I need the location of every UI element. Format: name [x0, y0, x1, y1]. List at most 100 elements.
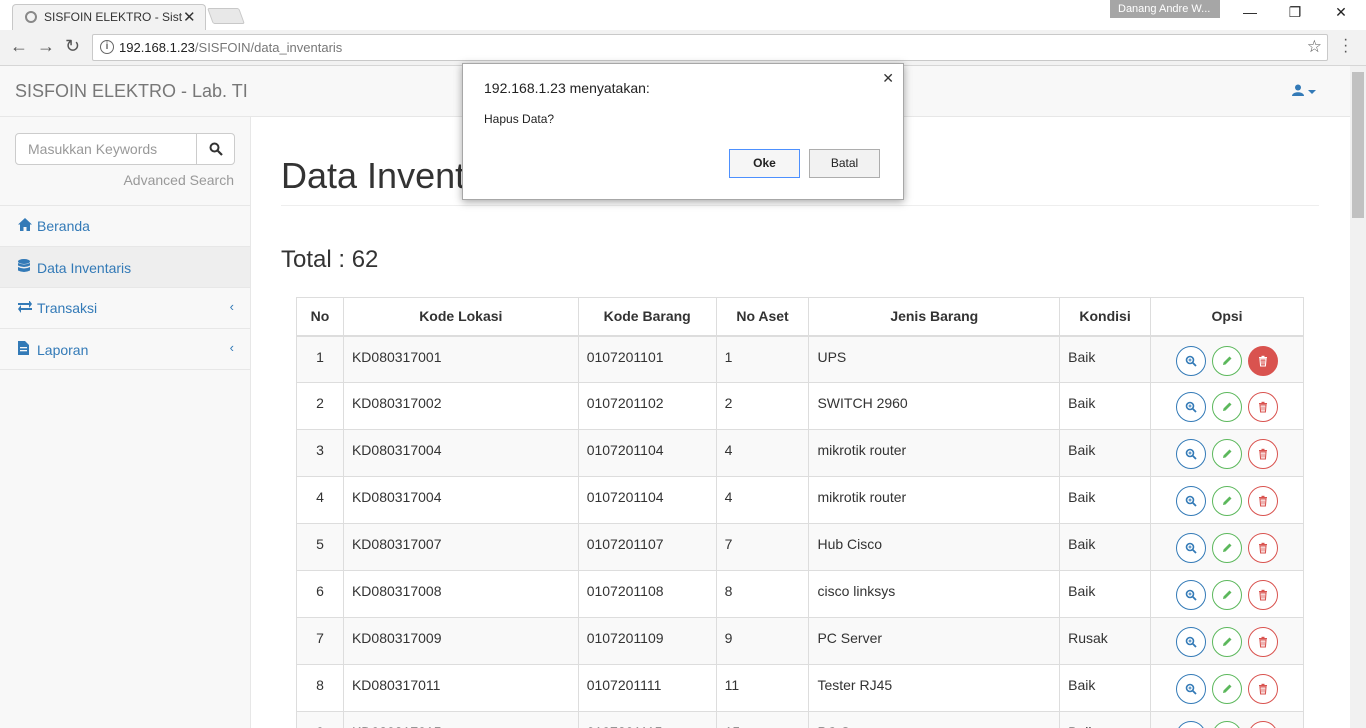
- minimize-icon[interactable]: —: [1240, 4, 1260, 20]
- delete-button[interactable]: [1247, 439, 1278, 469]
- sidebar-item-transaksi[interactable]: Transaksi ‹: [0, 288, 250, 329]
- edit-button[interactable]: [1212, 721, 1243, 728]
- cell-opsi: [1150, 570, 1304, 618]
- cell-kode-barang: 0107201107: [577, 523, 717, 571]
- address-bar[interactable]: i 192.168.1.23/SISFOIN/data_inventaris ☆: [92, 34, 1328, 61]
- delete-button[interactable]: [1247, 580, 1278, 610]
- cell-opsi: [1150, 664, 1304, 712]
- edit-button[interactable]: [1212, 345, 1243, 376]
- edit-button[interactable]: [1212, 627, 1243, 657]
- back-icon[interactable]: ←: [10, 36, 28, 57]
- sidebar-item-label: Beranda: [37, 218, 90, 234]
- search-button[interactable]: [196, 133, 235, 165]
- table-row: 7 KD080317009 0107201109 9 PC Server Rusak: [296, 617, 1304, 665]
- cell-jenis-barang: mikrotik router: [808, 476, 1061, 524]
- brand-title[interactable]: SISFOIN ELEKTRO - Lab. TI: [15, 81, 248, 102]
- cell-kode-lokasi: KD080317008: [342, 570, 579, 618]
- view-button[interactable]: [1176, 627, 1207, 657]
- sidebar-item-beranda[interactable]: Beranda: [0, 206, 250, 247]
- table-row: 3 KD080317004 0107201104 4 mikrotik router Ba…: [296, 429, 1304, 477]
- search-input[interactable]: [15, 133, 197, 165]
- cell-opsi: [1150, 476, 1304, 524]
- cancel-button[interactable]: Batal: [809, 149, 880, 178]
- delete-button[interactable]: [1247, 627, 1278, 657]
- view-button[interactable]: [1176, 533, 1207, 563]
- header-no[interactable]: No: [296, 297, 344, 337]
- profile-badge[interactable]: Danang Andre W...: [1110, 0, 1220, 18]
- cell-jenis-barang: Tester RJ45: [808, 664, 1061, 712]
- reload-icon[interactable]: ↻: [65, 36, 80, 57]
- view-button[interactable]: [1176, 674, 1207, 704]
- cell-no-aset: 1: [715, 335, 810, 383]
- cell-jenis-barang: mikrotik router: [808, 429, 1061, 477]
- delete-button[interactable]: [1247, 533, 1278, 563]
- edit-button[interactable]: [1212, 486, 1243, 516]
- cell-kode-barang: 0107201111: [577, 664, 717, 712]
- header-kondisi[interactable]: Kondisi: [1059, 297, 1152, 337]
- new-tab-button[interactable]: [207, 8, 245, 24]
- cell-kode-barang: 0107201109: [577, 617, 717, 665]
- delete-button[interactable]: [1247, 392, 1278, 422]
- sidebar-item-laporan[interactable]: Laporan ‹: [0, 329, 250, 370]
- tab-title: SISFOIN ELEKTRO - Sistem Informasi Inven…: [44, 10, 182, 24]
- sidebar: Advanced Search Beranda Data Inventaris …: [0, 117, 251, 728]
- view-button[interactable]: [1176, 392, 1207, 422]
- browser-menu-icon[interactable]: · · ·: [1343, 32, 1348, 60]
- cell-kondisi: Baik: [1059, 664, 1152, 712]
- cell-opsi: [1150, 382, 1304, 430]
- cell-no-aset: 8: [715, 570, 810, 618]
- cell-jenis-barang: SWITCH 2960: [808, 382, 1061, 430]
- edit-button[interactable]: [1212, 533, 1243, 563]
- cell-no: 2: [296, 382, 344, 430]
- header-jenis-barang[interactable]: Jenis Barang: [808, 297, 1061, 337]
- user-menu-toggle[interactable]: [1292, 83, 1316, 99]
- cell-kode-barang: 0107201102: [577, 382, 717, 430]
- cell-kode-lokasi: KD080317004: [342, 429, 579, 477]
- sidebar-menu: Beranda Data Inventaris Transaksi ‹ Lapo…: [0, 205, 250, 370]
- view-button[interactable]: [1176, 580, 1207, 610]
- view-button[interactable]: [1176, 345, 1207, 376]
- sidebar-item-label: Transaksi: [37, 300, 98, 316]
- tab-close-icon[interactable]: ✕: [183, 8, 196, 26]
- page-scrollbar[interactable]: [1350, 66, 1366, 728]
- view-button[interactable]: [1176, 721, 1207, 728]
- view-button[interactable]: [1176, 486, 1207, 516]
- header-kode-lokasi[interactable]: Kode Lokasi: [342, 297, 579, 337]
- cell-kondisi: Baik: [1059, 523, 1152, 571]
- delete-button[interactable]: [1247, 674, 1278, 704]
- cell-kondisi: Baik: [1059, 382, 1152, 430]
- delete-button[interactable]: [1247, 486, 1278, 516]
- cell-kode-lokasi: KD080317004: [342, 476, 579, 524]
- edit-button[interactable]: [1212, 580, 1243, 610]
- close-window-icon[interactable]: ✕: [1331, 4, 1351, 21]
- caret-down-icon: [1308, 90, 1316, 95]
- cell-kondisi: Baik: [1059, 476, 1152, 524]
- info-icon[interactable]: i: [100, 40, 114, 54]
- database-icon: [18, 259, 32, 276]
- cell-jenis-barang: UPS: [808, 335, 1061, 383]
- cell-opsi: [1150, 617, 1304, 665]
- header-kode-barang[interactable]: Kode Barang: [577, 297, 717, 337]
- delete-button[interactable]: [1247, 721, 1278, 728]
- forward-icon[interactable]: →: [37, 36, 55, 57]
- edit-button[interactable]: [1212, 439, 1243, 469]
- cell-no-aset: 4: [715, 429, 810, 477]
- cell-kondisi: Baik: [1059, 711, 1152, 728]
- edit-button[interactable]: [1212, 674, 1243, 704]
- ok-button[interactable]: Oke: [729, 149, 800, 178]
- sidebar-item-data-inventaris[interactable]: Data Inventaris: [0, 247, 250, 288]
- view-button[interactable]: [1176, 439, 1207, 469]
- home-icon: [18, 218, 32, 234]
- scrollbar-thumb[interactable]: [1352, 72, 1364, 218]
- edit-button[interactable]: [1212, 392, 1243, 422]
- browser-tab[interactable]: SISFOIN ELEKTRO - Sistem Informasi Inven…: [12, 4, 206, 30]
- delete-button[interactable]: [1247, 345, 1278, 376]
- header-no-aset[interactable]: No Aset: [715, 297, 810, 337]
- restore-icon[interactable]: ❐: [1285, 4, 1305, 21]
- table-row: 4 KD080317004 0107201104 4 mikrotik router Ba…: [296, 476, 1304, 524]
- total-count: Total : 62: [281, 246, 379, 273]
- bookmark-star-icon[interactable]: ☆: [1307, 37, 1322, 57]
- advanced-search-link[interactable]: Advanced Search: [123, 172, 234, 188]
- cell-opsi: [1150, 429, 1304, 477]
- dialog-close-icon[interactable]: ✕: [882, 70, 894, 87]
